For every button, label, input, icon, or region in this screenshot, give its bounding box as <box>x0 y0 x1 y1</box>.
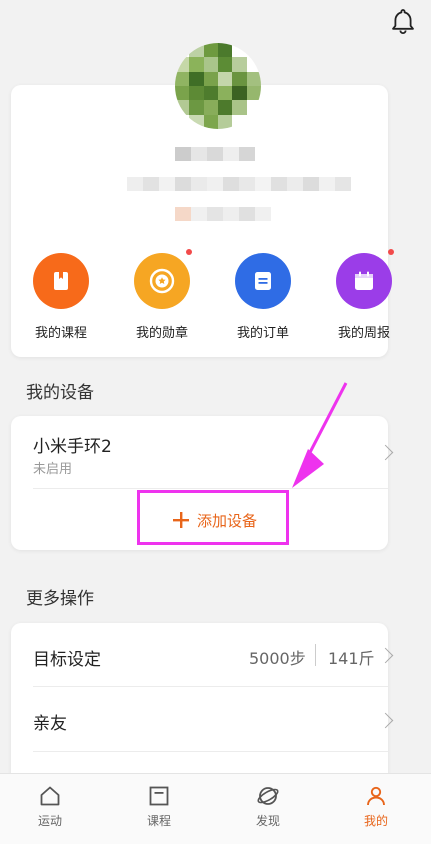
divider <box>315 644 316 666</box>
chevron-right-icon <box>377 444 394 461</box>
tab-label: 我的 <box>363 814 388 828</box>
quick-link-label: 我的订单 <box>236 326 289 341</box>
tab-label: 发现 <box>255 814 280 828</box>
quick-link-orders[interactable]: 我的订单 <box>221 253 305 341</box>
quick-link-label: 我的课程 <box>34 326 87 341</box>
calendar-icon <box>336 249 394 309</box>
tab-label: 运动 <box>37 814 62 828</box>
bottom-tab-bar: 运动 课程 发现 我的 <box>0 773 431 844</box>
home-icon <box>40 786 60 806</box>
tab-discover[interactable]: 发现 <box>228 784 308 829</box>
badge-dot <box>388 249 394 255</box>
planet-icon <box>257 787 279 805</box>
tab-mine[interactable]: 我的 <box>336 784 416 829</box>
quick-link-label: 我的勋章 <box>135 326 188 341</box>
medal-icon <box>134 249 192 309</box>
quick-link-label: 我的周报 <box>337 326 390 341</box>
avatar[interactable] <box>175 43 261 129</box>
goal-setting-row[interactable]: 目标设定 5000步 141斤 <box>11 623 394 686</box>
badge-dot <box>186 249 192 255</box>
device-status: 未启用 <box>33 462 73 477</box>
chevron-right-icon <box>377 712 394 729</box>
more-card: 目标设定 5000步 141斤 亲友 <box>11 623 394 783</box>
tab-label: 课程 <box>146 814 171 828</box>
order-icon <box>235 253 291 309</box>
book-icon <box>33 253 89 309</box>
more-section-title: 更多操作 <box>26 589 94 609</box>
device-name: 小米手环2 <box>33 437 112 457</box>
devices-section-title: 我的设备 <box>26 383 94 403</box>
chevron-right-icon <box>377 647 394 664</box>
username-blurred <box>175 147 255 161</box>
tab-course[interactable]: 课程 <box>119 784 199 829</box>
annotation-highlight-box <box>137 490 289 545</box>
bell-icon[interactable] <box>388 6 418 36</box>
goal-setting-label: 目标设定 <box>33 650 101 670</box>
userinfo-blurred <box>127 177 351 191</box>
course-icon <box>149 786 169 806</box>
profile-card: 我的课程 我的勋章 我的订单 我的周报 <box>11 43 394 357</box>
goal-steps: 5000步 <box>249 649 306 668</box>
divider <box>33 751 388 752</box>
userid-blurred <box>175 207 271 221</box>
friends-label: 亲友 <box>33 714 67 734</box>
quick-link-courses[interactable]: 我的课程 <box>19 253 103 341</box>
quick-link-medals[interactable]: 我的勋章 <box>120 249 204 341</box>
tab-sport[interactable]: 运动 <box>10 784 90 829</box>
annotation-arrow <box>292 382 348 488</box>
friends-row[interactable]: 亲友 <box>11 687 394 751</box>
goal-weight: 141斤 <box>328 649 375 668</box>
profile-icon <box>367 786 385 806</box>
quick-link-weekly-report[interactable]: 我的周报 <box>322 249 406 341</box>
